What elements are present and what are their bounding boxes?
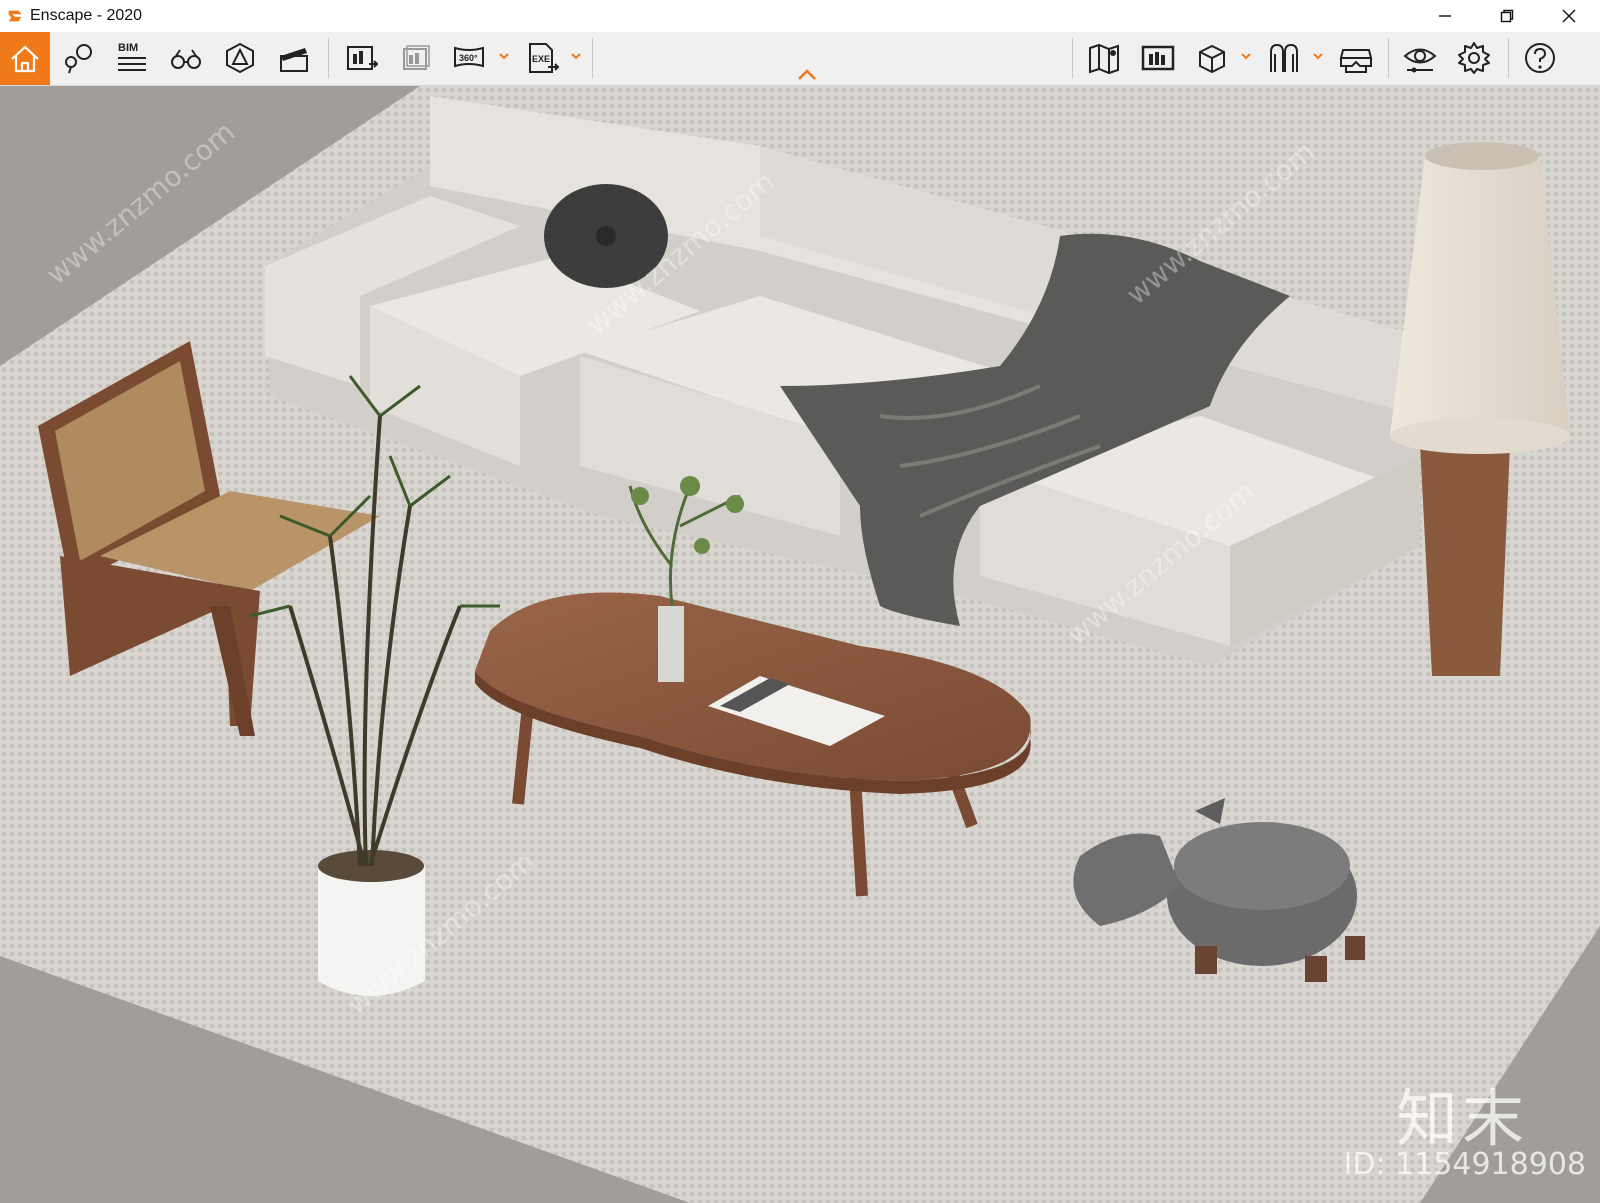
- exe-dropdown-chevron-icon[interactable]: [570, 50, 582, 62]
- render-screenshot-icon: [347, 46, 379, 70]
- visual-settings-button[interactable]: [1134, 36, 1182, 80]
- render-viewport[interactable]: www.znzmo.com www.znzmo.com www.znzmo.co…: [0, 86, 1600, 1203]
- minimize-button[interactable]: [1414, 0, 1476, 32]
- exe-label: EXE: [532, 54, 550, 64]
- exe-export-icon: EXE: [529, 43, 560, 73]
- asset-library-button[interactable]: [1188, 36, 1236, 80]
- bim-info-button[interactable]: BIM: [108, 36, 156, 80]
- binoculars-button[interactable]: [162, 36, 210, 80]
- restore-icon: [1500, 9, 1514, 23]
- video-editor-button[interactable]: [270, 36, 318, 80]
- material-editor-dropdown-chevron-icon[interactable]: [1312, 50, 1324, 62]
- znzmo-watermark-logo: 知末: [1395, 1082, 1528, 1155]
- collapse-chevron-up-icon[interactable]: [796, 68, 818, 82]
- bim-label: BIM: [118, 42, 138, 54]
- close-icon: [1562, 9, 1576, 23]
- toolbar-divider: [1072, 38, 1073, 78]
- video-editor-icon: [280, 48, 308, 72]
- site-context-button[interactable]: [216, 36, 264, 80]
- window-controls: [1414, 0, 1600, 32]
- exe-export-button[interactable]: EXE: [518, 36, 566, 80]
- panorama-dropdown-chevron-icon[interactable]: [498, 50, 510, 62]
- material-editor-button[interactable]: [1260, 36, 1308, 80]
- batch-render-button[interactable]: [392, 36, 440, 80]
- site-context-icon: [226, 42, 254, 74]
- asset-library-icon: [1199, 44, 1225, 74]
- batch-render-icon: [403, 45, 430, 70]
- material-editor-icon: [1270, 43, 1298, 72]
- minimize-icon: [1439, 15, 1451, 17]
- living-room-render: [0, 86, 1600, 1203]
- vr-headset-icon: [1339, 49, 1373, 73]
- views-icon: [65, 44, 92, 74]
- enscape-toolbar: BIM 360° EXE: [0, 32, 1600, 86]
- bim-info-icon: BIM: [118, 42, 146, 71]
- render-screenshot-button[interactable]: [338, 36, 386, 80]
- restore-button[interactable]: [1476, 0, 1538, 32]
- window-title: Enscape - 2020: [30, 7, 143, 24]
- home-button[interactable]: [0, 32, 50, 85]
- binoculars-icon: [171, 49, 201, 69]
- title-bar: Enscape - 2020: [0, 0, 1600, 32]
- views-button[interactable]: [54, 36, 102, 80]
- toolbar-divider: [592, 38, 593, 78]
- map-icon: [1089, 43, 1119, 75]
- watermark-id: ID: 1154918908: [1343, 1147, 1586, 1182]
- enscape-logo-icon: [8, 10, 22, 22]
- visual-settings-icon: [1141, 45, 1175, 71]
- map-button[interactable]: [1080, 36, 1128, 80]
- toolbar-divider: [1388, 38, 1389, 78]
- settings-button[interactable]: [1450, 36, 1498, 80]
- vr-headset-button[interactable]: [1332, 36, 1380, 80]
- help-icon: [1525, 43, 1555, 73]
- settings-gear-icon: [1458, 42, 1490, 74]
- view-options-icon: [1403, 48, 1437, 73]
- toolbar-divider: [328, 38, 329, 78]
- view-options-button[interactable]: [1396, 36, 1444, 80]
- asset-library-dropdown-chevron-icon[interactable]: [1240, 50, 1252, 62]
- home-icon: [11, 45, 39, 72]
- help-button[interactable]: [1516, 36, 1564, 80]
- panorama-label: 360°: [459, 53, 478, 63]
- panorama-icon: 360°: [454, 46, 484, 68]
- close-button[interactable]: [1538, 0, 1600, 32]
- toolbar-divider: [1508, 38, 1509, 78]
- panorama-button[interactable]: 360°: [446, 36, 494, 80]
